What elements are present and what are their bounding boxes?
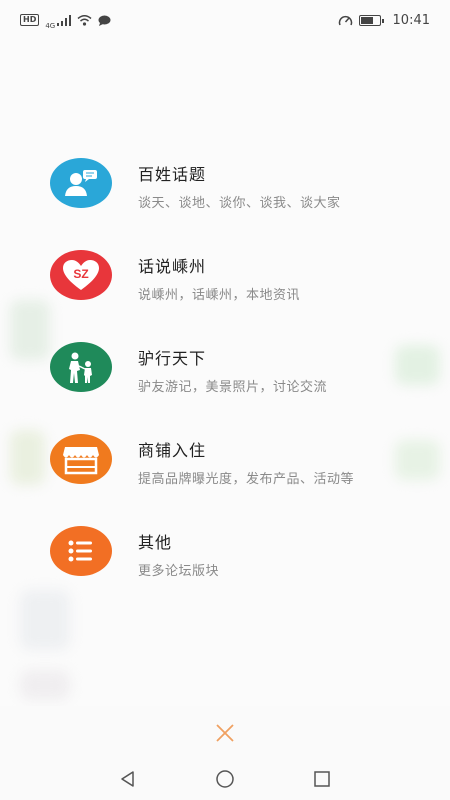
forum-menu: 百姓话题 谈天、谈地、谈你、谈我、谈大家 SZ 话说嵊州 说嵊州，话嵊州，本地资… (0, 140, 450, 600)
heart-sz-icon: SZ (50, 250, 112, 300)
menu-item-subtitle: 更多论坛版块 (138, 564, 220, 579)
storefront-icon (50, 434, 112, 484)
list-icon (50, 526, 112, 576)
home-icon (216, 770, 234, 788)
signal-icon (57, 14, 72, 26)
status-right: 10:41 (338, 13, 430, 28)
menu-item-shops[interactable]: 商铺入住 提高品牌曝光度，发布产品、活动等 (0, 416, 450, 508)
clock: 10:41 (392, 12, 430, 28)
recent-apps-icon (313, 771, 330, 787)
background-blur (20, 670, 70, 700)
hd-badge: HD (20, 14, 40, 26)
close-button[interactable] (212, 720, 238, 746)
close-icon (216, 724, 234, 742)
menu-item-title: 商铺入住 (138, 441, 207, 460)
wifi-icon (77, 14, 92, 26)
status-left: HD 4G (20, 10, 111, 30)
menu-item-topics[interactable]: 百姓话题 谈天、谈地、谈你、谈我、谈大家 (0, 140, 450, 232)
system-nav-bar (0, 758, 450, 800)
hikers-icon (50, 342, 112, 392)
back-button[interactable] (116, 767, 140, 791)
menu-item-title: 驴行天下 (138, 349, 207, 368)
network-type: 4G (45, 22, 56, 30)
status-bar: HD 4G 10:41 (0, 0, 450, 40)
menu-item-travel[interactable]: 驴行天下 驴友游记，美景照片，讨论交流 (0, 324, 450, 416)
menu-item-subtitle: 谈天、谈地、谈你、谈我、谈大家 (138, 196, 341, 211)
menu-item-other[interactable]: 其他 更多论坛版块 (0, 508, 450, 600)
speed-icon (338, 15, 352, 25)
home-button[interactable] (213, 767, 237, 791)
menu-item-subtitle: 提高品牌曝光度，发布产品、活动等 (138, 472, 355, 487)
back-icon (121, 771, 135, 787)
menu-item-shengzhou[interactable]: SZ 话说嵊州 说嵊州，话嵊州，本地资讯 (0, 232, 450, 324)
user-chat-icon (50, 158, 112, 208)
battery-icon (358, 14, 384, 26)
menu-item-title: 其他 (138, 533, 173, 552)
message-icon (98, 15, 111, 26)
menu-item-subtitle: 驴友游记，美景照片，讨论交流 (138, 380, 328, 395)
heart-sz-label: SZ (73, 267, 88, 281)
recent-apps-button[interactable] (310, 767, 334, 791)
menu-item-subtitle: 说嵊州，话嵊州，本地资讯 (138, 288, 301, 303)
menu-item-title: 话说嵊州 (138, 257, 207, 276)
menu-item-title: 百姓话题 (138, 165, 207, 184)
